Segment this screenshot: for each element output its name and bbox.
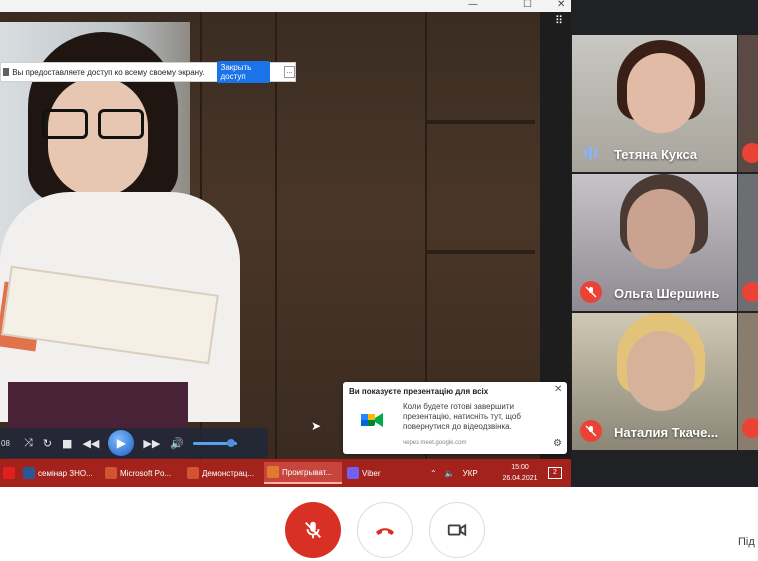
participant-name: Наталия Ткаче...: [614, 425, 719, 440]
video-shelf: [425, 250, 535, 254]
leave-call-button[interactable]: [357, 502, 413, 558]
meet-window: — ☐ ✕ Вы предоставляете доступ ко всему …: [0, 0, 758, 561]
system-tray: ⌃ 🔈 УКР: [430, 459, 478, 487]
play-icon: ▶: [116, 436, 126, 450]
screen-share-notification-bar: Вы предоставляете доступ ко всему своему…: [0, 61, 296, 83]
layout-grid-icon[interactable]: ⠿: [555, 14, 563, 27]
close-icon[interactable]: ✕: [557, 0, 565, 10]
next-icon[interactable]: ▶▶: [143, 437, 160, 450]
join-hint-label: Під: [738, 536, 755, 548]
notification-center-icon[interactable]: 2: [548, 467, 562, 479]
stop-sharing-button[interactable]: Закрыть доступ: [216, 61, 270, 83]
taskbar-item-word[interactable]: семінар ЗНО...: [20, 462, 100, 484]
taskbar-item-label: Viber: [362, 468, 381, 478]
participant-face: [627, 53, 695, 133]
previous-icon[interactable]: ◀◀: [82, 437, 99, 450]
taskbar-item-slideshow[interactable]: Демонстрац...: [184, 462, 262, 484]
clock-date: 26.04.2021: [502, 475, 538, 482]
media-player-controls: 08 ⤨ ↻ ■ ◀◀ ▶ ▶▶ 🔊: [0, 428, 268, 458]
powerpoint-icon: [105, 467, 117, 479]
mic-off-icon: [742, 143, 758, 163]
presenting-notification[interactable]: Ви показуєте презентацію для всіх ✕ Коли…: [343, 382, 567, 454]
notification-title: Ви показуєте презентацію для всіх: [349, 387, 489, 396]
taskbar-item-label: Microsoft Po...: [120, 468, 172, 478]
word-icon: [23, 467, 35, 479]
windows-taskbar: семінар ЗНО... Microsoft Po... Демонстра…: [0, 459, 571, 487]
notification-source: через meet.google.com: [403, 440, 467, 446]
volume-slider[interactable]: [192, 438, 237, 447]
video-person-glasses: [42, 109, 152, 139]
participant-name: Ольга Шершинь: [614, 286, 720, 301]
call-controls-bar: Під: [0, 487, 758, 561]
mic-off-icon: [742, 282, 758, 302]
taskbar-clock[interactable]: 15:00 26.04.2021: [500, 462, 540, 484]
shared-window-titlebar: — ☐ ✕: [0, 0, 571, 12]
participant-face: [627, 331, 695, 411]
notification-close-icon[interactable]: ✕: [554, 384, 562, 395]
tray-expand-icon[interactable]: ⌃: [430, 469, 437, 478]
repeat-icon[interactable]: ↻: [43, 437, 52, 450]
screen-share-text: Вы предоставляете доступ ко всему своему…: [12, 67, 205, 77]
powerpoint-icon: [187, 467, 199, 479]
taskbar-item-label: Проигрыват...: [282, 467, 333, 477]
participant-tile-partial[interactable]: [738, 313, 758, 450]
pdf-reader-taskbar-icon[interactable]: [0, 462, 18, 484]
clock-time: 15:00: [511, 464, 529, 471]
taskbar-item-label: семінар ЗНО...: [38, 468, 93, 478]
mic-off-icon: [580, 281, 602, 303]
volume-icon[interactable]: 🔊: [170, 437, 184, 450]
participant-tile[interactable]: Тетяна Кукса: [572, 35, 737, 172]
mic-off-icon: [742, 418, 758, 438]
taskbar-item-media-player[interactable]: Проигрыват...: [264, 462, 342, 484]
taskbar-item-powerpoint[interactable]: Microsoft Po...: [102, 462, 182, 484]
participant-tile[interactable]: Наталия Ткаче...: [572, 313, 737, 450]
play-button[interactable]: ▶: [108, 430, 135, 456]
toggle-camera-button[interactable]: [429, 502, 485, 558]
video-camera-icon: [447, 523, 467, 537]
speaking-indicator-icon: [584, 146, 597, 160]
gear-icon[interactable]: ⚙: [553, 438, 562, 449]
keyboard-language[interactable]: УКР: [463, 469, 478, 478]
mic-off-icon: [305, 521, 321, 539]
hang-up-icon: [376, 528, 394, 535]
mic-off-icon: [580, 420, 602, 442]
shuffle-icon[interactable]: ⤨: [24, 436, 33, 450]
viber-icon: [347, 467, 359, 479]
shared-screen: — ☐ ✕ Вы предоставляете доступ ко всему …: [0, 0, 571, 487]
volume-knob[interactable]: [226, 438, 235, 447]
participant-tile-partial[interactable]: [738, 35, 758, 172]
media-player-icon: [267, 466, 279, 478]
minimize-icon[interactable]: —: [468, 0, 478, 10]
mouse-cursor-icon: ➤: [311, 419, 322, 433]
share-more-button[interactable]: ...: [283, 66, 295, 78]
participant-tile-partial[interactable]: [738, 174, 758, 311]
video-shelf: [425, 120, 535, 124]
stop-icon[interactable]: ■: [62, 437, 72, 450]
player-time: 08: [1, 438, 10, 448]
speaker-icon[interactable]: 🔈: [445, 469, 455, 478]
maximize-icon[interactable]: ☐: [523, 0, 532, 10]
participant-name: Тетяна Кукса: [614, 147, 698, 162]
toggle-microphone-button[interactable]: [285, 502, 341, 558]
taskbar-item-viber[interactable]: Viber: [344, 462, 414, 484]
participant-face: [627, 189, 695, 269]
notification-body: Коли будете готові завершити презентацію…: [403, 402, 521, 431]
participant-tile[interactable]: Ольга Шершинь: [572, 174, 737, 311]
taskbar-item-label: Демонстрац...: [202, 468, 255, 478]
screen-share-icon: [3, 68, 10, 76]
google-meet-logo-icon: [361, 413, 383, 427]
